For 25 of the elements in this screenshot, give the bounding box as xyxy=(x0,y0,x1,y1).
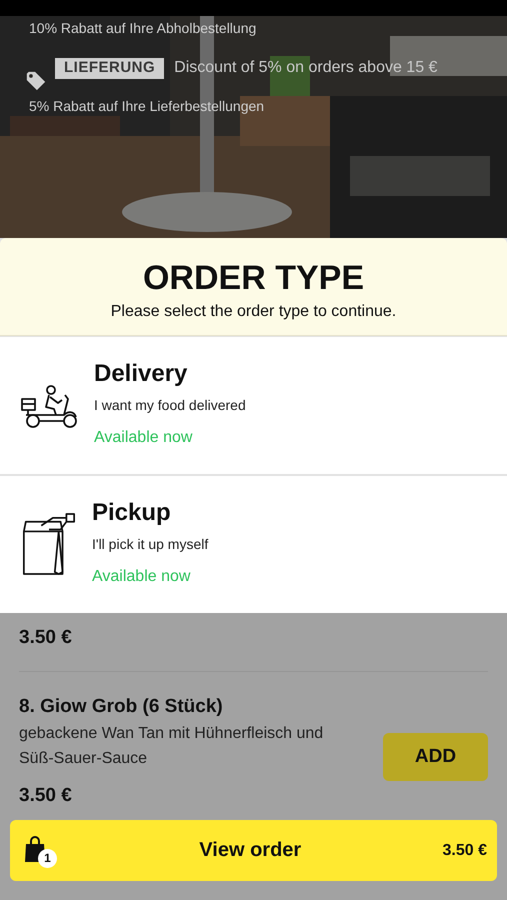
item-description: gebackene Wan Tan mit Hühnerfleisch und Süß-Sauer-Sauce xyxy=(19,724,324,769)
dialog-title: ORDER TYPE xyxy=(142,258,364,298)
item-price: 3.50 € xyxy=(19,785,72,807)
availability-status: Available now xyxy=(94,429,192,447)
option-description: I'll pick it up myself xyxy=(92,536,208,552)
add-button[interactable]: ADD xyxy=(383,732,488,780)
order-type-option[interactable]: Delivery I want my food delivered Available now xyxy=(0,337,507,474)
discount-detail: 10% Rabatt auf Ihre Abholbestellung xyxy=(29,20,256,36)
takeaway-bag-icon xyxy=(20,511,78,577)
option-title: Pickup xyxy=(92,498,171,528)
item-price: 3.50 € xyxy=(19,627,72,649)
tag-icon xyxy=(25,70,47,92)
order-type-option[interactable]: Pickup I'll pick it up myself Available now xyxy=(0,476,507,613)
option-title: Delivery xyxy=(94,359,188,389)
order-total: 3.50 € xyxy=(442,842,487,860)
item-name: 8. Giow Grob (6 Stück) xyxy=(19,696,223,718)
dialog-subtitle: Please select the order type to continue. xyxy=(110,303,396,321)
discount-title: Discount of 5% on orders above 15 € xyxy=(174,58,438,78)
delivery-badge: LIEFERUNG xyxy=(55,58,164,79)
discount-detail: 5% Rabatt auf Ihre Lieferbestellungen xyxy=(29,98,264,114)
scooter-rider-icon xyxy=(20,385,80,429)
option-description: I want my food delivered xyxy=(94,397,246,413)
item-count-badge: 1 xyxy=(38,848,57,868)
view-order-button[interactable]: 1 View order 3.50 € xyxy=(10,820,497,881)
availability-status: Available now xyxy=(92,568,190,586)
